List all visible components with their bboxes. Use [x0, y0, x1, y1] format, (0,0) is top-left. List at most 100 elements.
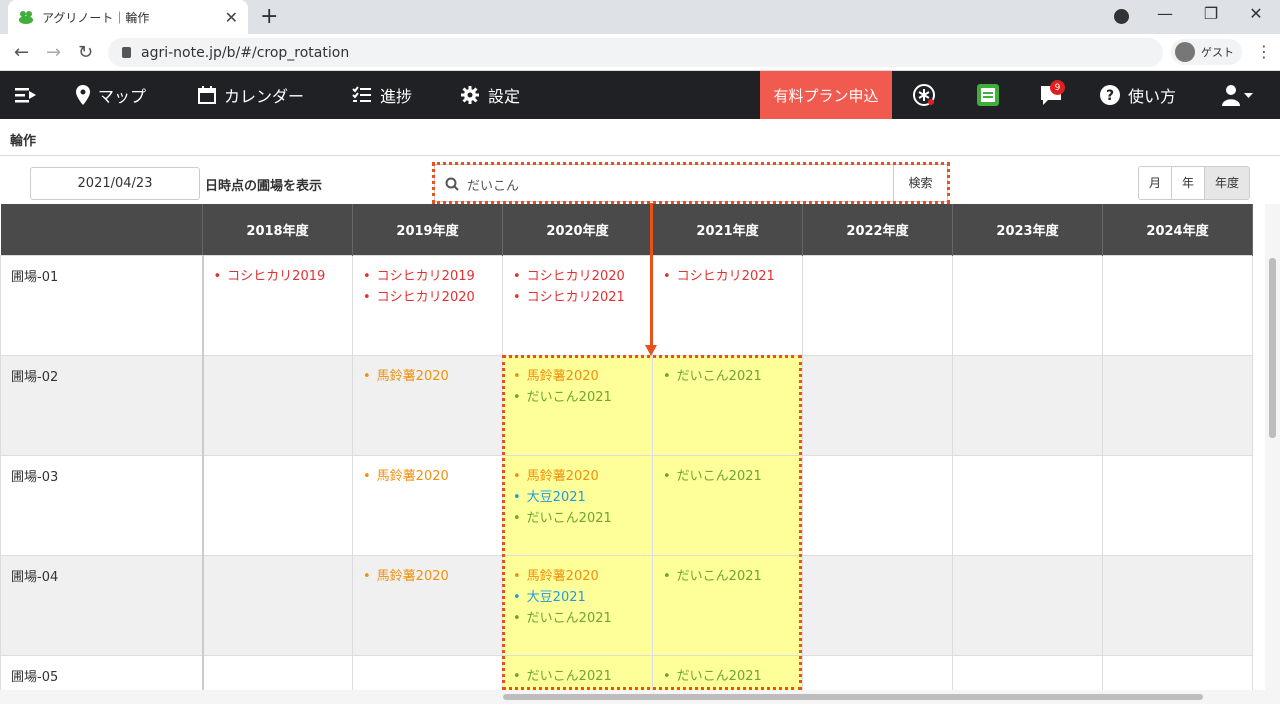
- rotation-cell[interactable]: [802, 654, 953, 690]
- media-control-icon[interactable]: [1114, 9, 1129, 24]
- field-name[interactable]: 圃場-03: [0, 454, 204, 556]
- rotation-cell[interactable]: [952, 254, 1103, 356]
- year-header: 2022年度: [802, 204, 953, 255]
- sidebar-toggle-icon[interactable]: [14, 71, 46, 119]
- rotation-cell[interactable]: [952, 354, 1103, 456]
- rotation-cell[interactable]: コシヒカリ2020コシヒカリ2021: [502, 254, 653, 356]
- rotation-cell[interactable]: 馬鈴薯2020: [352, 454, 503, 556]
- rotation-cell[interactable]: [802, 554, 953, 656]
- crop-item[interactable]: 馬鈴薯2020: [513, 366, 652, 387]
- green-book-icon[interactable]: [976, 71, 1008, 119]
- close-window-icon[interactable]: ✕: [1241, 4, 1271, 23]
- rotation-cell[interactable]: [802, 454, 953, 556]
- rotation-cell[interactable]: [1102, 354, 1253, 456]
- horizontal-scrollbar[interactable]: [0, 690, 1265, 704]
- reload-icon[interactable]: ↻: [78, 42, 93, 63]
- svg-text:?: ?: [1106, 88, 1114, 104]
- paid-plan-button[interactable]: 有料プラン申込: [760, 71, 892, 119]
- nav-map[interactable]: マップ: [76, 71, 146, 119]
- rotation-cell[interactable]: [952, 654, 1103, 690]
- crop-item[interactable]: だいこん2021: [513, 666, 652, 687]
- search-button[interactable]: 検索: [893, 165, 947, 201]
- crop-item[interactable]: 馬鈴薯2020: [513, 466, 652, 487]
- profile-button[interactable]: ゲスト: [1171, 39, 1242, 65]
- date-input[interactable]: 2021/04/23: [30, 167, 200, 200]
- forward-icon[interactable]: →: [46, 42, 61, 63]
- rotation-cell[interactable]: [952, 554, 1103, 656]
- crop-item[interactable]: 馬鈴薯2020: [363, 566, 502, 587]
- rotation-cell[interactable]: だいこん2021: [652, 354, 803, 456]
- rotation-cell[interactable]: [352, 654, 503, 690]
- crop-item[interactable]: 大豆2021: [513, 587, 652, 608]
- restore-icon[interactable]: ❐: [1196, 4, 1226, 23]
- crop-item[interactable]: 大豆2021: [513, 487, 652, 508]
- crop-item[interactable]: コシヒカリ2021: [663, 266, 802, 287]
- rotation-cell[interactable]: [802, 354, 953, 456]
- crop-item[interactable]: だいこん2021: [663, 666, 802, 687]
- field-name[interactable]: 圃場-05: [0, 654, 204, 690]
- crop-item[interactable]: コシヒカリ2020: [363, 287, 502, 308]
- field-name[interactable]: 圃場-02: [0, 354, 204, 456]
- user-menu-icon[interactable]: [1222, 71, 1262, 119]
- crop-item[interactable]: 馬鈴薯2020: [363, 466, 502, 487]
- rotation-cell[interactable]: [202, 554, 353, 656]
- close-tab-icon[interactable]: ✕: [225, 8, 238, 27]
- crop-item[interactable]: だいこん2021: [513, 508, 652, 529]
- rotation-cell[interactable]: [802, 254, 953, 356]
- nav-progress[interactable]: 進捗: [352, 71, 412, 119]
- search-input[interactable]: だいこん: [467, 175, 519, 194]
- view-mode-fiscal-year[interactable]: 年度: [1205, 167, 1250, 199]
- field-name[interactable]: 圃場-04: [0, 554, 204, 656]
- rotation-cell[interactable]: [1102, 454, 1253, 556]
- back-icon[interactable]: ←: [14, 42, 29, 63]
- crop-item[interactable]: だいこん2021: [663, 466, 802, 487]
- crop-item[interactable]: 馬鈴薯2020: [513, 566, 652, 587]
- rotation-cell[interactable]: 馬鈴薯2020大豆2021だいこん2021: [502, 454, 653, 556]
- vertical-scrollbar[interactable]: [1265, 204, 1280, 704]
- crop-item[interactable]: だいこん2021: [663, 366, 802, 387]
- url-bar[interactable]: agri-note.jp/b/#/crop_rotation: [108, 38, 1163, 67]
- nav-settings[interactable]: 設定: [460, 71, 520, 119]
- crop-item[interactable]: コシヒカリ2020: [513, 266, 652, 287]
- horizontal-scroll-thumb[interactable]: [503, 694, 1203, 700]
- crop-item[interactable]: だいこん2021: [663, 566, 802, 587]
- checklist-icon: [352, 86, 371, 102]
- rotation-cell[interactable]: [202, 354, 353, 456]
- rotation-cell[interactable]: コシヒカリ2019コシヒカリ2020: [352, 254, 503, 356]
- rotation-cell[interactable]: [952, 454, 1103, 556]
- rotation-cell[interactable]: 馬鈴薯2020: [352, 554, 503, 656]
- rotation-cell[interactable]: だいこん2021: [502, 654, 653, 690]
- view-mode-year[interactable]: 年: [1172, 167, 1206, 199]
- rotation-cell[interactable]: [1102, 654, 1253, 690]
- rotation-cell[interactable]: 馬鈴薯2020だいこん2021: [502, 354, 653, 456]
- rotation-cell[interactable]: コシヒカリ2019: [202, 254, 353, 356]
- minimize-icon[interactable]: —: [1150, 4, 1180, 23]
- rotation-cell[interactable]: [202, 654, 353, 690]
- rotation-cell[interactable]: コシヒカリ2021: [652, 254, 803, 356]
- rotation-cell[interactable]: [1102, 254, 1253, 356]
- rotation-cell[interactable]: [1102, 554, 1253, 656]
- field-name[interactable]: 圃場-01: [0, 254, 204, 356]
- vertical-scroll-thumb[interactable]: [1269, 258, 1276, 438]
- tab-title: アグリノート｜輪作: [42, 10, 150, 25]
- view-mode-month[interactable]: 月: [1139, 167, 1173, 199]
- rotation-cell[interactable]: [202, 454, 353, 556]
- crop-item[interactable]: コシヒカリ2021: [513, 287, 652, 308]
- crop-item[interactable]: だいこん2021: [513, 387, 652, 408]
- rotation-cell[interactable]: だいこん2021: [652, 654, 803, 690]
- nav-calendar[interactable]: カレンダー: [198, 71, 304, 119]
- nav-help[interactable]: ? 使い方: [1100, 71, 1176, 119]
- browser-tab[interactable]: アグリノート｜輪作 ✕: [8, 0, 248, 34]
- rotation-cell[interactable]: 馬鈴薯2020大豆2021だいこん2021: [502, 554, 653, 656]
- crop-item[interactable]: コシヒカリ2019: [363, 266, 502, 287]
- rotation-cell[interactable]: だいこん2021: [652, 554, 803, 656]
- chat-bubble-icon[interactable]: [1040, 71, 1070, 119]
- crop-item[interactable]: 馬鈴薯2020: [363, 366, 502, 387]
- rotation-cell[interactable]: だいこん2021: [652, 454, 803, 556]
- crop-item[interactable]: だいこん2021: [513, 608, 652, 629]
- rotation-cell[interactable]: 馬鈴薯2020: [352, 354, 503, 456]
- menu-kebab-icon[interactable]: ⋮: [1256, 42, 1272, 61]
- asterisk-circle-icon[interactable]: [912, 71, 944, 119]
- new-tab-icon[interactable]: +: [260, 4, 278, 29]
- crop-item[interactable]: コシヒカリ2019: [214, 266, 353, 287]
